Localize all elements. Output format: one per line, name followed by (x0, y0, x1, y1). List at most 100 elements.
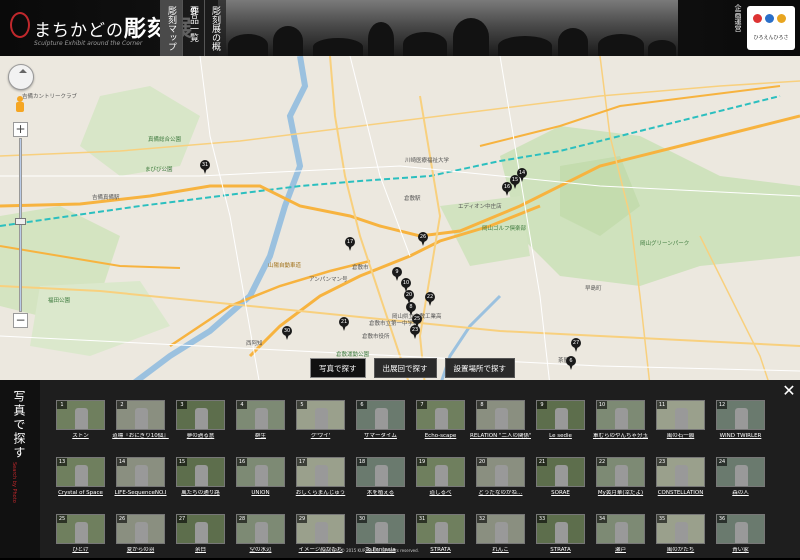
sculpture-thumbnail[interactable]: 13 (56, 457, 105, 487)
sculpture-tile[interactable]: 35 風のかたち (656, 514, 705, 558)
nav-exhibit-overview[interactable]: 彫刻展の概要 (188, 0, 226, 56)
sculpture-title-link[interactable]: サマータイム (350, 433, 411, 440)
sculpture-tile[interactable]: 3 夢の過る意 (176, 400, 225, 444)
sculpture-tile[interactable]: 32 れんこ (476, 514, 525, 558)
sculpture-tile[interactable]: 27 余白 (176, 514, 225, 558)
sculpture-title-link[interactable]: My黄月華(幸だよ) (590, 490, 651, 497)
sculpture-tile[interactable]: 6 サマータイム (356, 400, 405, 444)
sculpture-thumbnail[interactable]: 19 (416, 457, 465, 487)
sculpture-title-link[interactable]: Echo-scape (410, 433, 471, 440)
sculpture-thumbnail[interactable]: 11 (656, 400, 705, 430)
sculpture-title-link[interactable]: 風たちの通り路 (170, 490, 231, 497)
sculpture-title-link[interactable]: どうだなのかね… (470, 490, 531, 497)
sculpture-tile[interactable]: 4 群生 (236, 400, 285, 444)
sculpture-title-link[interactable]: 夢の過る意 (170, 433, 231, 440)
sculpture-title-link[interactable]: ク'ウイ' (290, 433, 351, 440)
sculpture-tile[interactable]: 22 My黄月華(幸だよ) (596, 457, 645, 501)
sculpture-thumbnail[interactable]: 6 (356, 400, 405, 430)
sculpture-title-link[interactable]: UNION (230, 490, 291, 497)
sculpture-tile[interactable]: 5 ク'ウイ' (296, 400, 345, 444)
close-panel-button[interactable]: ✕ (780, 382, 798, 400)
sculpture-thumbnail[interactable]: 2 (116, 400, 165, 430)
sculpture-title-link[interactable]: SORAE (530, 490, 591, 497)
sculpture-thumbnail[interactable]: 9 (536, 400, 585, 430)
sculpture-tile[interactable]: 18 木を植える (356, 457, 405, 501)
sculpture-title-link[interactable]: 森の人 (710, 490, 771, 497)
sculpture-pin[interactable]: 22 (425, 292, 435, 306)
sculpture-thumbnail[interactable]: 4 (236, 400, 285, 430)
sculpture-tile[interactable]: 10 軍むらのやんちゃ分玉 (593, 400, 648, 444)
sculpture-pin[interactable]: 23 (410, 325, 420, 339)
zoom-slider-track[interactable] (19, 138, 22, 312)
organizer-badge[interactable]: ひろえんひろさ (747, 6, 795, 50)
sculpture-tile[interactable]: 1 ストン (56, 400, 105, 444)
sculpture-title-link[interactable]: 群生 (230, 433, 291, 440)
sculpture-thumbnail[interactable]: 34 (596, 514, 645, 544)
sculpture-thumbnail[interactable]: 31 (416, 514, 465, 544)
sculpture-pin[interactable]: 21 (339, 317, 349, 331)
sculpture-title-link[interactable]: ひとけ (50, 547, 111, 554)
sculpture-title-link[interactable]: RELATION "二人の関係" (470, 433, 531, 440)
logo-emblem-icon[interactable] (10, 12, 30, 38)
nav-sculpture-map[interactable]: 彫刻マップ (160, 0, 182, 56)
sculpture-thumbnail[interactable]: 35 (656, 514, 705, 544)
sculpture-tile[interactable]: 9 Le sedie (536, 400, 585, 444)
sculpture-tile[interactable]: 24 森の人 (716, 457, 765, 501)
sculpture-tile[interactable]: 19 道しるべ (416, 457, 465, 501)
sculpture-tile[interactable]: 13 Crystal of Space (56, 457, 105, 501)
tab-search-by-exhibition[interactable]: 出展回で探す (373, 358, 437, 378)
sculpture-thumbnail[interactable]: 28 (236, 514, 285, 544)
sculpture-thumbnail[interactable]: 24 (716, 457, 765, 487)
sculpture-tile[interactable]: 12 WIND TWIRLER (716, 400, 765, 444)
sculpture-tile[interactable]: 2 道標『おにぎり10個』 (112, 400, 169, 444)
sculpture-pin[interactable]: 31 (200, 160, 210, 174)
sculpture-thumbnail[interactable]: 36 (716, 514, 765, 544)
sculpture-thumbnail[interactable]: 12 (716, 400, 765, 430)
sculpture-pin[interactable]: 26 (418, 232, 428, 246)
sculpture-thumbnail[interactable]: 1 (56, 400, 105, 430)
sculpture-thumbnail[interactable]: 10 (596, 400, 645, 430)
sculpture-thumbnail[interactable]: 7 (416, 400, 465, 430)
sculpture-title-link[interactable]: CONSTELLATION (650, 490, 711, 497)
sculpture-title-link[interactable]: 夏からの羽 (110, 547, 171, 554)
sculpture-tile[interactable]: 16 UNION (236, 457, 285, 501)
sculpture-title-link[interactable]: Crystal of Space (50, 490, 111, 497)
sculpture-pin[interactable]: 30 (282, 326, 292, 340)
sculpture-thumbnail[interactable]: 33 (536, 514, 585, 544)
sculpture-pin[interactable]: 27 (571, 338, 581, 352)
sculpture-tile[interactable]: 36 青い家 (716, 514, 765, 558)
sculpture-thumbnail[interactable]: 30 (356, 514, 405, 544)
sculpture-thumbnail[interactable]: 14 (116, 457, 165, 487)
sculpture-title-link[interactable]: 道しるべ (410, 490, 471, 497)
sculpture-thumbnail[interactable]: 29 (296, 514, 345, 544)
sculpture-thumbnail[interactable]: 3 (176, 400, 225, 430)
tab-search-by-location[interactable]: 設置場所で探す (444, 358, 515, 378)
sculpture-pin[interactable]: 17 (345, 237, 355, 251)
zoom-out-button[interactable]: − (13, 313, 28, 328)
map-pan-control[interactable] (8, 64, 34, 90)
sculpture-title-link[interactable]: 道標『おにぎり10個』 (110, 433, 171, 440)
sculpture-tile[interactable]: 28 空の水辺 (236, 514, 285, 558)
sculpture-title-link[interactable]: 風の石一願 (650, 433, 711, 440)
sculpture-title-link[interactable]: LIFE-SequenceNO.I (110, 490, 171, 497)
sculpture-tile[interactable]: 23 CONSTELLATION (656, 457, 705, 501)
sculpture-tile[interactable]: 8 RELATION "二人の関係" (470, 400, 531, 444)
sculpture-title-link[interactable]: ストン (50, 433, 111, 440)
sculpture-title-link[interactable]: 瀬戸 (590, 547, 651, 554)
sculpture-title-link[interactable]: 空の水辺 (230, 547, 291, 554)
sculpture-title-link[interactable]: 青い家 (710, 547, 771, 554)
sculpture-thumbnail[interactable]: 27 (176, 514, 225, 544)
sculpture-thumbnail[interactable]: 8 (476, 400, 525, 430)
map-zoom-control[interactable]: + − (13, 122, 28, 328)
sculpture-tile[interactable]: 21 SORAE (536, 457, 585, 501)
sculpture-title-link[interactable]: 余白 (170, 547, 231, 554)
sculpture-tile[interactable]: 34 瀬戸 (596, 514, 645, 558)
sculpture-title-link[interactable]: れんこ (470, 547, 531, 554)
sculpture-title-link[interactable]: STRATA (530, 547, 591, 554)
sculpture-title-link[interactable]: 木を植える (350, 490, 411, 497)
tab-search-by-photo[interactable]: 写真で探す (310, 358, 366, 378)
sculpture-thumbnail[interactable]: 16 (236, 457, 285, 487)
sculpture-thumbnail[interactable]: 15 (176, 457, 225, 487)
zoom-in-button[interactable]: + (13, 122, 28, 137)
sculpture-pin[interactable]: 16 (502, 182, 512, 196)
